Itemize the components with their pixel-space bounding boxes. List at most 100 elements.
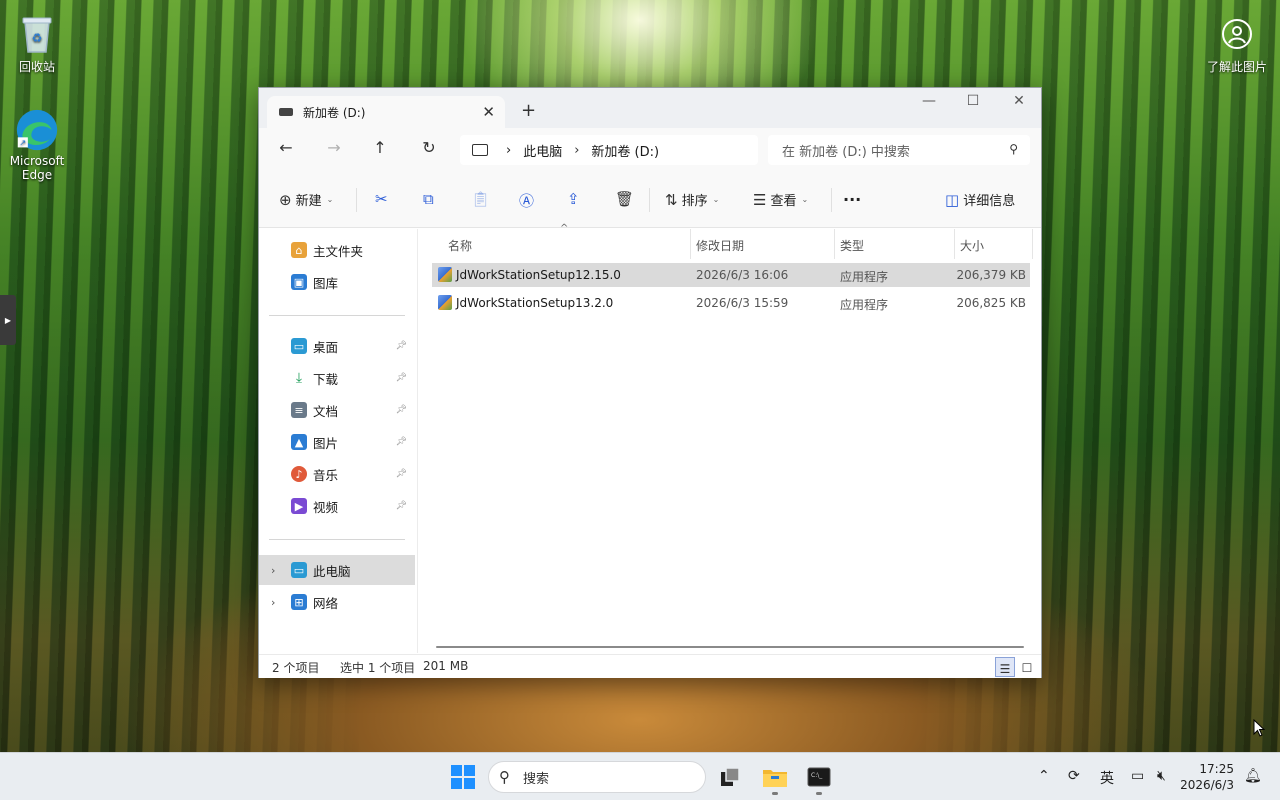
volume-muted-icon[interactable]: 🔇︎ bbox=[1157, 768, 1166, 784]
this-pc-icon: ▭ bbox=[291, 562, 307, 578]
search-icon: ⚲ bbox=[499, 768, 510, 786]
delete-button[interactable]: 🗑︎ bbox=[615, 190, 638, 208]
sidebar-item-label: 此电脑 bbox=[313, 563, 351, 579]
search-box[interactable]: 在 新加卷 (D:) 中搜索 ⚲ bbox=[768, 135, 1030, 165]
new-label: 新建 bbox=[295, 194, 322, 209]
edge-shortcut[interactable]: ↗ Microsoft Edge bbox=[0, 108, 74, 182]
home-icon: ⌂ bbox=[291, 242, 307, 258]
file-name: JdWorkStationSetup12.15.0 bbox=[456, 268, 621, 282]
taskbar-search-placeholder: 搜索 bbox=[523, 771, 550, 787]
horizontal-scrollbar[interactable] bbox=[436, 646, 1024, 648]
sidebar-item-videos[interactable]: ▶ 视频 📌︎ bbox=[259, 491, 415, 521]
pin-icon[interactable]: 📌︎ bbox=[396, 501, 407, 511]
column-header-date[interactable]: 修改日期 bbox=[696, 237, 744, 254]
chevron-right-icon[interactable]: › bbox=[271, 596, 275, 609]
pin-icon[interactable]: 📌︎ bbox=[396, 373, 407, 383]
cut-button[interactable]: ✂ bbox=[375, 190, 392, 208]
title-bar: 新加卷 (D:) ✕ + — ☐ ✕ bbox=[259, 88, 1041, 128]
file-row[interactable]: JdWorkStationSetup12.15.0 2026/6/3 16:06… bbox=[432, 263, 1030, 287]
refresh-button[interactable]: ↻ bbox=[416, 138, 442, 162]
sidebar-item-music[interactable]: ♪ 音乐 📌︎ bbox=[259, 459, 415, 489]
sidebar-item-downloads[interactable]: ⤓ 下载 📌︎ bbox=[259, 363, 415, 393]
minimize-button[interactable]: — bbox=[911, 93, 947, 109]
pin-icon[interactable]: 📌︎ bbox=[396, 405, 407, 415]
details-view-button[interactable]: ☰ bbox=[995, 657, 1015, 677]
scissors-icon: ✂ bbox=[375, 190, 388, 208]
sidebar-item-gallery[interactable]: ▣ 图库 bbox=[259, 267, 415, 297]
new-tab-button[interactable]: + bbox=[521, 100, 536, 121]
maximize-button[interactable]: ☐ bbox=[955, 93, 991, 109]
pin-icon[interactable]: 📌︎ bbox=[396, 469, 407, 479]
installer-icon bbox=[438, 267, 452, 282]
back-button[interactable]: ← bbox=[273, 138, 299, 162]
running-indicator bbox=[772, 792, 778, 795]
sync-status-icon[interactable]: ⟳ bbox=[1068, 768, 1080, 784]
file-size: 206,379 KB bbox=[956, 268, 1026, 282]
sidebar-item-pictures[interactable]: ▲ 图片 📌︎ bbox=[259, 427, 415, 457]
clock[interactable]: 17:25 2026/6/3 bbox=[1180, 761, 1234, 793]
search-icon: ⚲ bbox=[1009, 142, 1018, 156]
sidebar-item-desktop[interactable]: ▭ 桌面 📌︎ bbox=[259, 331, 415, 361]
edge-icon: ↗ bbox=[15, 108, 59, 152]
new-button[interactable]: ⊕ 新建 ⌄ bbox=[279, 190, 333, 210]
sidebar-divider bbox=[269, 539, 405, 540]
command-bar: ⊕ 新建 ⌄ ✂ ⧉ 📋︎ Ⓐ ⇪ 🗑︎ ⇅ 排序 ⌄ ☰ 查看 ⌄ ··· ◫… bbox=[259, 172, 1041, 228]
tab-drive-d[interactable]: 新加卷 (D:) ✕ bbox=[267, 96, 505, 128]
svg-text:C:\_: C:\_ bbox=[811, 772, 823, 779]
ime-indicator[interactable]: 英 bbox=[1100, 768, 1114, 788]
sidebar-item-network[interactable]: › ⊞ 网络 bbox=[259, 587, 415, 617]
sidebar-item-label: 文档 bbox=[313, 403, 339, 419]
rename-button[interactable]: Ⓐ bbox=[519, 190, 538, 211]
details-pane-button[interactable]: ◫ 详细信息 bbox=[945, 190, 1015, 210]
sidebar-item-home[interactable]: ⌂ 主文件夹 bbox=[259, 235, 415, 265]
pin-icon[interactable]: 📌︎ bbox=[396, 341, 407, 351]
network-icon: ⊞ bbox=[291, 594, 307, 610]
search-placeholder: 在 新加卷 (D:) 中搜索 bbox=[782, 144, 910, 160]
start-button[interactable] bbox=[449, 763, 477, 791]
pin-icon[interactable]: 📌︎ bbox=[396, 437, 407, 447]
svg-text:↗: ↗ bbox=[19, 138, 26, 148]
network-status-icon[interactable]: ▭ bbox=[1131, 768, 1144, 784]
sidebar-item-label: 图库 bbox=[313, 275, 339, 291]
file-row[interactable]: JdWorkStationSetup13.2.0 2026/6/3 15:59 … bbox=[432, 291, 1030, 315]
paste-button[interactable]: 📋︎ bbox=[471, 190, 494, 208]
share-button[interactable]: ⇪ bbox=[567, 190, 584, 208]
breadcrumb-this-pc[interactable]: 此电脑 bbox=[523, 141, 562, 160]
taskbar-search[interactable]: ⚲ 搜索 bbox=[488, 761, 706, 793]
task-view-icon bbox=[721, 767, 740, 786]
more-options-button[interactable]: ··· bbox=[843, 190, 861, 209]
file-size: 206,825 KB bbox=[956, 296, 1026, 310]
copy-button[interactable]: ⧉ bbox=[423, 190, 438, 208]
up-button[interactable]: ↑ bbox=[367, 138, 393, 162]
close-tab-icon[interactable]: ✕ bbox=[482, 103, 495, 121]
file-explorer-taskbar-button[interactable] bbox=[761, 763, 789, 791]
this-pc-icon bbox=[472, 144, 488, 156]
column-header-name[interactable]: 名称 bbox=[448, 237, 472, 254]
sort-button[interactable]: ⇅ 排序 ⌄ bbox=[665, 190, 719, 210]
tiles-view-button[interactable]: ☐ bbox=[1017, 657, 1037, 677]
file-explorer-window: 新加卷 (D:) ✕ + — ☐ ✕ ← → ↑ ↻ › 此电脑 › 新加卷 (… bbox=[258, 87, 1042, 678]
sidebar-item-documents[interactable]: ≡ 文档 📌︎ bbox=[259, 395, 415, 425]
column-header-type[interactable]: 类型 bbox=[840, 237, 864, 254]
notification-bell-icon[interactable]: 🔔︎ bbox=[1244, 768, 1262, 784]
learn-more-shortcut[interactable]: 了解此图片 bbox=[1200, 12, 1274, 75]
download-icon: ⤓ bbox=[291, 370, 307, 386]
plus-circle-icon: ⊕ bbox=[279, 190, 292, 209]
chevron-right-icon[interactable]: › bbox=[271, 564, 275, 577]
widgets-handle[interactable]: ▶ bbox=[0, 295, 16, 345]
column-header-size[interactable]: 大小 bbox=[960, 237, 984, 254]
sidebar-item-label: 图片 bbox=[313, 435, 339, 451]
view-button[interactable]: ☰ 查看 ⌄ bbox=[753, 190, 808, 210]
recycle-bin-shortcut[interactable]: ♻ 回收站 bbox=[0, 12, 74, 75]
sidebar-item-this-pc[interactable]: › ▭ 此电脑 bbox=[259, 555, 415, 585]
address-bar[interactable]: › 此电脑 › 新加卷 (D:) bbox=[460, 135, 758, 165]
terminal-taskbar-button[interactable]: C:\_ bbox=[805, 763, 833, 791]
close-window-button[interactable]: ✕ bbox=[1001, 93, 1037, 109]
forward-button[interactable]: → bbox=[321, 138, 347, 162]
show-hidden-icons-button[interactable]: ⌃ bbox=[1038, 768, 1050, 784]
task-view-button[interactable] bbox=[716, 763, 744, 791]
breadcrumb-drive-d[interactable]: 新加卷 (D:) bbox=[591, 141, 659, 160]
learn-more-label: 了解此图片 bbox=[1206, 60, 1267, 74]
sidebar-item-label: 下载 bbox=[313, 371, 339, 387]
sort-label: 排序 bbox=[681, 194, 708, 209]
